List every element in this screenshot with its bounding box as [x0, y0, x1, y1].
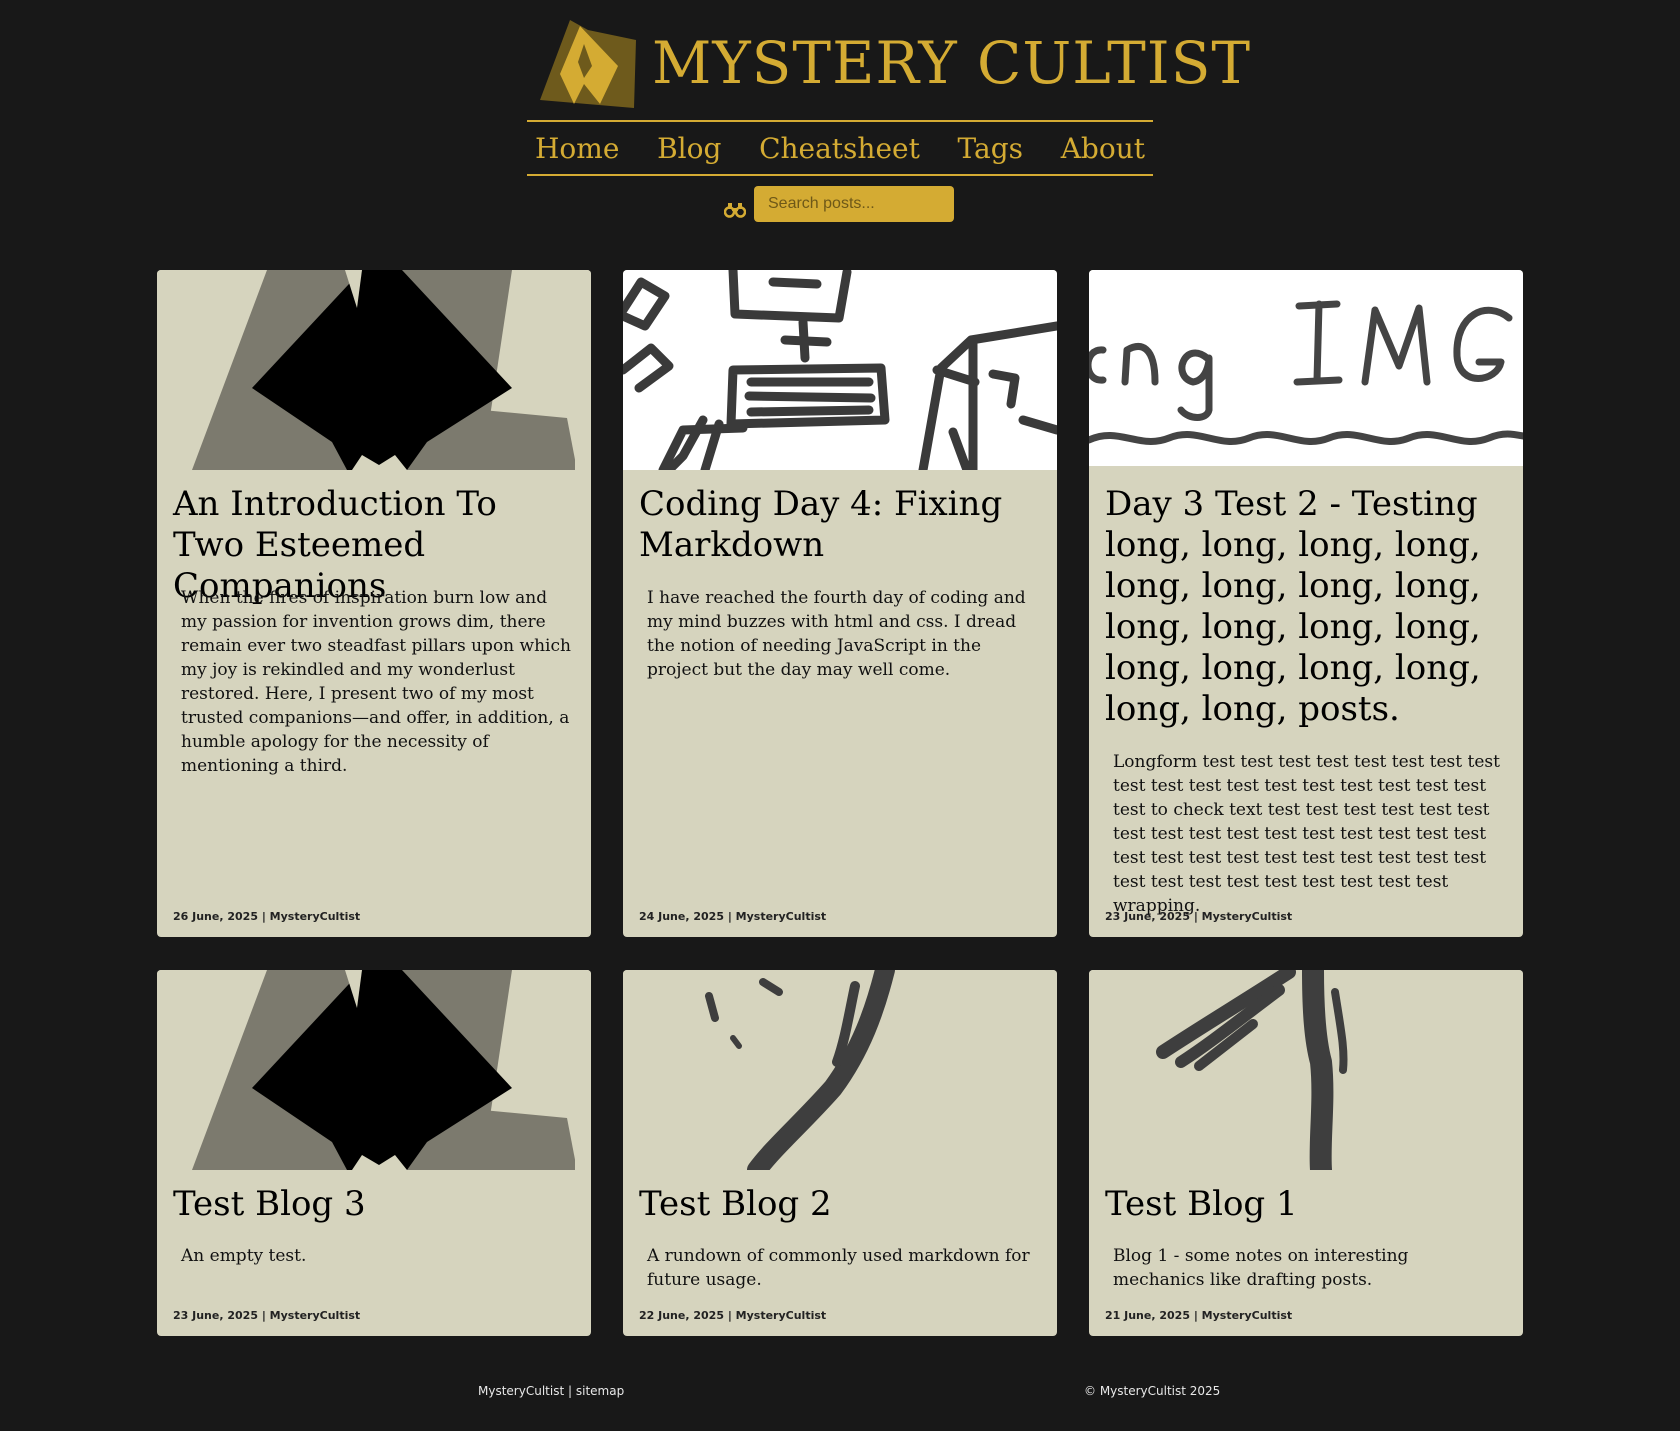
post-title[interactable]: Coding Day 4: Fixing Markdown [639, 484, 1041, 566]
nav-item-cheatsheet[interactable]: Cheatsheet [759, 132, 920, 165]
nav-item-about[interactable]: About [1061, 132, 1145, 165]
post-meta: 23 June, 2025 | MysteryCultist [173, 1309, 361, 1322]
post-author: MysteryCultist [269, 1309, 361, 1322]
brush-stroke-thumbnail-image [623, 970, 1057, 1170]
post-card[interactable]: Day 3 Test 2 - Testing long, long, long,… [1089, 270, 1523, 937]
post-thumbnail[interactable] [623, 270, 1057, 470]
post-excerpt: Longform test test test test test test t… [1113, 752, 1500, 916]
post-card[interactable]: Test Blog 1 Blog 1 - some notes on inter… [1089, 970, 1523, 1336]
post-date: 23 June, 2025 [173, 1309, 258, 1322]
footer-links: MysteryCultist | sitemap [478, 1384, 624, 1398]
post-date: 26 June, 2025 [173, 910, 258, 923]
post-date: 21 June, 2025 [1105, 1309, 1190, 1322]
post-card[interactable]: An Introduction To Two Esteemed Companio… [157, 270, 591, 937]
footer-name: MysteryCultist [478, 1384, 565, 1398]
site-logo-icon[interactable] [540, 18, 644, 110]
post-thumbnail[interactable] [1089, 970, 1523, 1170]
sitemap-link[interactable]: sitemap [576, 1384, 624, 1398]
post-author: MysteryCultist [735, 910, 827, 923]
post-meta: 23 June, 2025 | MysteryCultist [1105, 910, 1293, 923]
post-excerpt: I have reached the fourth day of coding … [647, 588, 1026, 680]
post-date: 23 June, 2025 [1105, 910, 1190, 923]
post-date: 24 June, 2025 [639, 910, 724, 923]
post-card[interactable]: Test Blog 2 A rundown of commonly used m… [623, 970, 1057, 1336]
post-title[interactable]: Test Blog 2 [639, 1184, 1041, 1225]
post-author: MysteryCultist [269, 910, 361, 923]
post-meta: 21 June, 2025 | MysteryCultist [1105, 1309, 1293, 1322]
post-title[interactable]: Day 3 Test 2 - Testing long, long, long,… [1105, 484, 1507, 730]
post-thumbnail[interactable] [1089, 270, 1523, 470]
post-thumbnail[interactable] [623, 970, 1057, 1170]
post-excerpt: A rundown of commonly used markdown for … [647, 1246, 1030, 1290]
nav-item-blog[interactable]: Blog [657, 132, 721, 165]
post-thumbnail[interactable] [157, 270, 591, 470]
brush-stroke-thumbnail-image [1089, 970, 1523, 1170]
search-input[interactable] [754, 186, 954, 222]
post-card[interactable]: Test Blog 3 An empty test. 23 June, 2025… [157, 970, 591, 1336]
post-excerpt: Blog 1 - some notes on interesting mecha… [1113, 1246, 1409, 1290]
site-title[interactable]: MYSTERY CULTIST [652, 30, 1251, 96]
post-author: MysteryCultist [735, 1309, 827, 1322]
post-author: MysteryCultist [1201, 910, 1293, 923]
post-meta: 24 June, 2025 | MysteryCultist [639, 910, 827, 923]
footer-separator: | [567, 1384, 573, 1398]
post-author: MysteryCultist [1201, 1309, 1293, 1322]
logo-thumbnail-image [157, 270, 591, 470]
post-meta: 26 June, 2025 | MysteryCultist [173, 910, 361, 923]
long-img-sketch-thumbnail-image [1089, 270, 1523, 470]
post-title[interactable]: Test Blog 3 [173, 1184, 575, 1225]
footer-copyright: © MysteryCultist 2025 [1084, 1384, 1221, 1398]
post-meta: 22 June, 2025 | MysteryCultist [639, 1309, 827, 1322]
post-excerpt: When the fires of inspiration burn low a… [181, 588, 571, 776]
main-nav: Home Blog Cheatsheet Tags About [527, 120, 1153, 176]
site-header: MYSTERY CULTIST Home Blog Cheatsheet Tag… [0, 0, 1680, 240]
nav-item-home[interactable]: Home [535, 132, 619, 165]
sketch-computer-thumbnail-image [623, 270, 1057, 470]
post-card[interactable]: Coding Day 4: Fixing Markdown I have rea… [623, 270, 1057, 937]
post-title[interactable]: Test Blog 1 [1105, 1184, 1507, 1225]
nav-item-tags[interactable]: Tags [958, 132, 1024, 165]
post-excerpt: An empty test. [181, 1246, 307, 1266]
binoculars-icon [724, 203, 746, 218]
post-thumbnail[interactable] [157, 970, 591, 1170]
post-date: 22 June, 2025 [639, 1309, 724, 1322]
logo-thumbnail-image [157, 970, 591, 1170]
